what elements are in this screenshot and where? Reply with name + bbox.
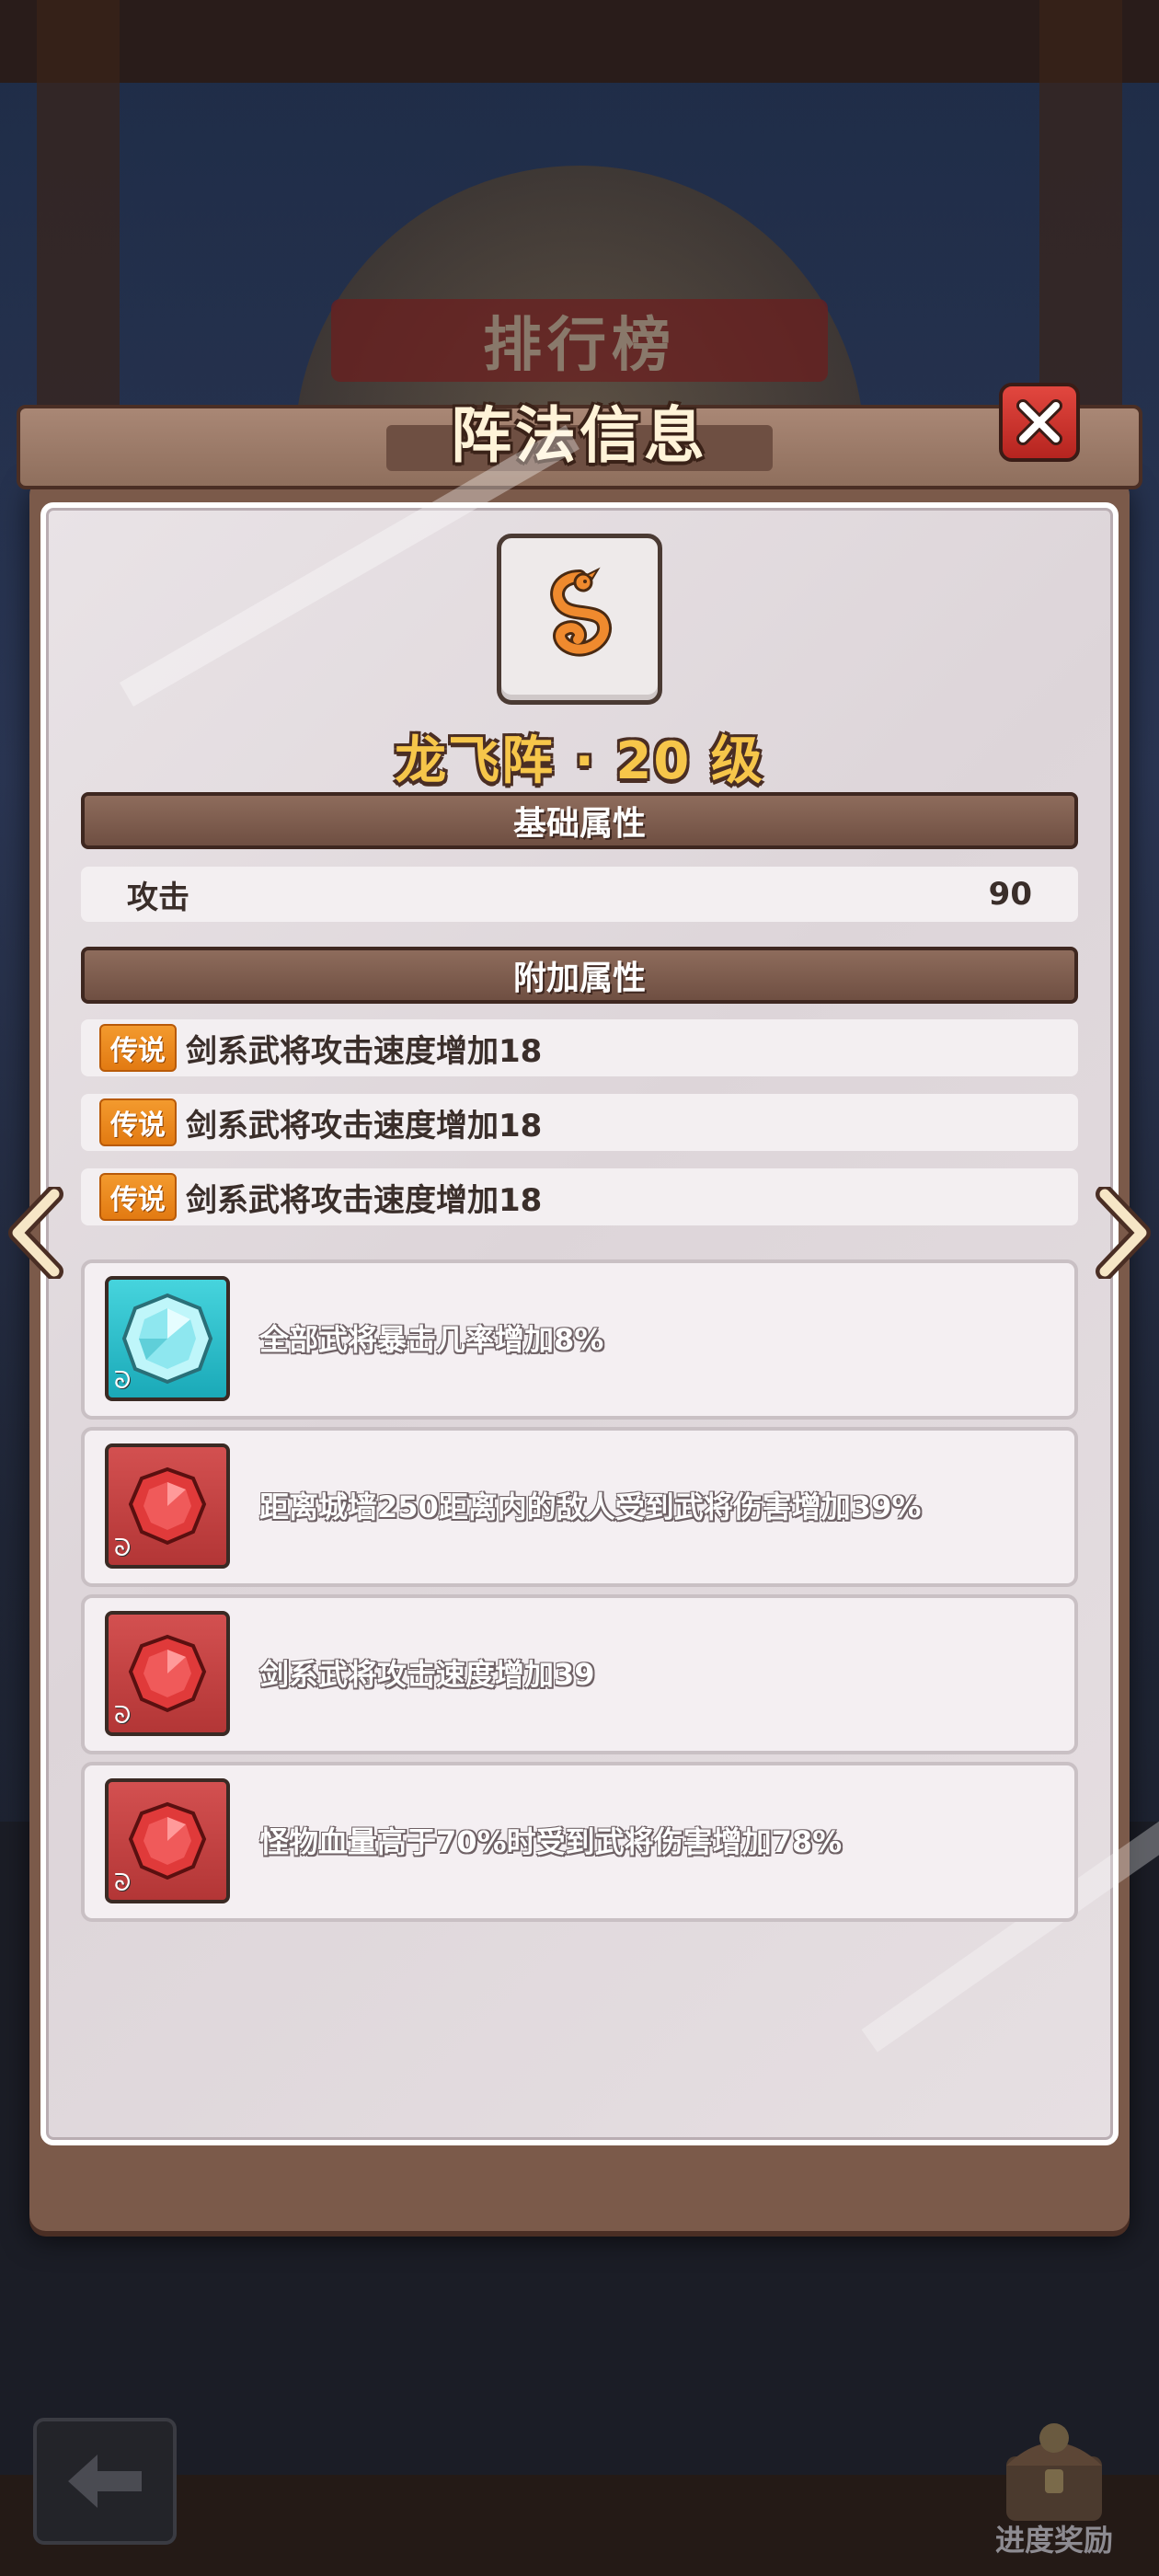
gem-slot-red[interactable]: ᘐ [105, 1611, 230, 1736]
back-arrow-icon [68, 2455, 142, 2508]
leaderboard-banner: 排行榜 [331, 299, 828, 382]
gem-card-4[interactable]: ᘐ 怪物血量高于70%时受到武将伤害增加78% [81, 1762, 1078, 1922]
close-button[interactable] [999, 383, 1080, 462]
modal-title: 阵法信息 [451, 400, 708, 471]
formation-icon-box [497, 534, 662, 705]
dragon-icon [550, 567, 612, 657]
ruby-gem-icon [128, 1801, 207, 1880]
gem-effect-text: 怪物血量高于70%时受到武将伤害增加78% [259, 1824, 843, 1859]
ruby-gem-icon [128, 1466, 207, 1546]
bonus-text: 剑系武将攻击速度增加18 [186, 1032, 543, 1070]
gem-effect-text: 距离城墙250距离内的敌人受到武将伤害增加39% [259, 1489, 922, 1524]
gem-effect-text: 剑系武将攻击速度增加39 [259, 1657, 595, 1692]
next-arrow-button[interactable] [1091, 1185, 1155, 1281]
dragon-mini-icon: ᘐ [114, 1367, 132, 1395]
stat-value: 90 [988, 876, 1032, 913]
dragon-mini-icon: ᘐ [114, 1869, 132, 1897]
legendary-tag: 传说 [99, 1098, 177, 1146]
gem-card-3[interactable]: ᘐ 剑系武将攻击速度增加39 [81, 1594, 1078, 1754]
legendary-tag: 传说 [99, 1173, 177, 1221]
close-icon [1016, 399, 1062, 445]
leaderboard-banner-text: 排行榜 [483, 312, 676, 380]
dragon-mini-icon: ᘐ [114, 1702, 132, 1730]
bonus-row: 传说 剑系武将攻击速度增加18 [81, 1168, 1078, 1225]
stat-row: 攻击 90 [81, 867, 1078, 922]
gem-card-2[interactable]: ᘐ 距离城墙250距离内的敌人受到武将伤害增加39% [81, 1427, 1078, 1587]
treasure-chest-icon [1006, 2423, 1102, 2521]
dragon-mini-icon: ᘐ [114, 1535, 132, 1562]
formation-name: 龙飞阵 · 20 级 [395, 731, 764, 791]
bonus-row: 传说 剑系武将攻击速度增加18 [81, 1019, 1078, 1076]
gem-card-1[interactable]: ᘐ 全部武将暴击几率增加8% [81, 1259, 1078, 1420]
gem-slot-cyan[interactable]: ᘐ [105, 1276, 230, 1401]
gem-effect-text: 全部武将暴击几率增加8% [259, 1322, 604, 1357]
chevron-left-icon [8, 1185, 63, 1281]
bonus-text: 剑系武将攻击速度增加18 [186, 1107, 543, 1144]
back-button[interactable] [33, 2418, 177, 2545]
base-attributes-header: 基础属性 [81, 792, 1078, 849]
stat-label: 攻击 [127, 879, 189, 916]
chevron-right-icon [1096, 1185, 1151, 1281]
gem-slot-red[interactable]: ᘐ [105, 1443, 230, 1569]
bonus-row: 传说 剑系武将攻击速度增加18 [81, 1094, 1078, 1151]
extra-attributes-header: 附加属性 [81, 947, 1078, 1004]
bonus-text: 剑系武将攻击速度增加18 [186, 1181, 543, 1219]
diamond-gem-icon [121, 1293, 213, 1385]
progress-reward-label: 进度奖励 [994, 2523, 1113, 2558]
legendary-tag: 传说 [99, 1024, 177, 1072]
ruby-gem-icon [128, 1634, 207, 1713]
gem-slot-red[interactable]: ᘐ [105, 1778, 230, 1903]
progress-reward-button[interactable]: 进度奖励 [981, 2410, 1128, 2565]
bg-top-beam [0, 0, 1159, 83]
previous-arrow-button[interactable] [4, 1185, 68, 1281]
